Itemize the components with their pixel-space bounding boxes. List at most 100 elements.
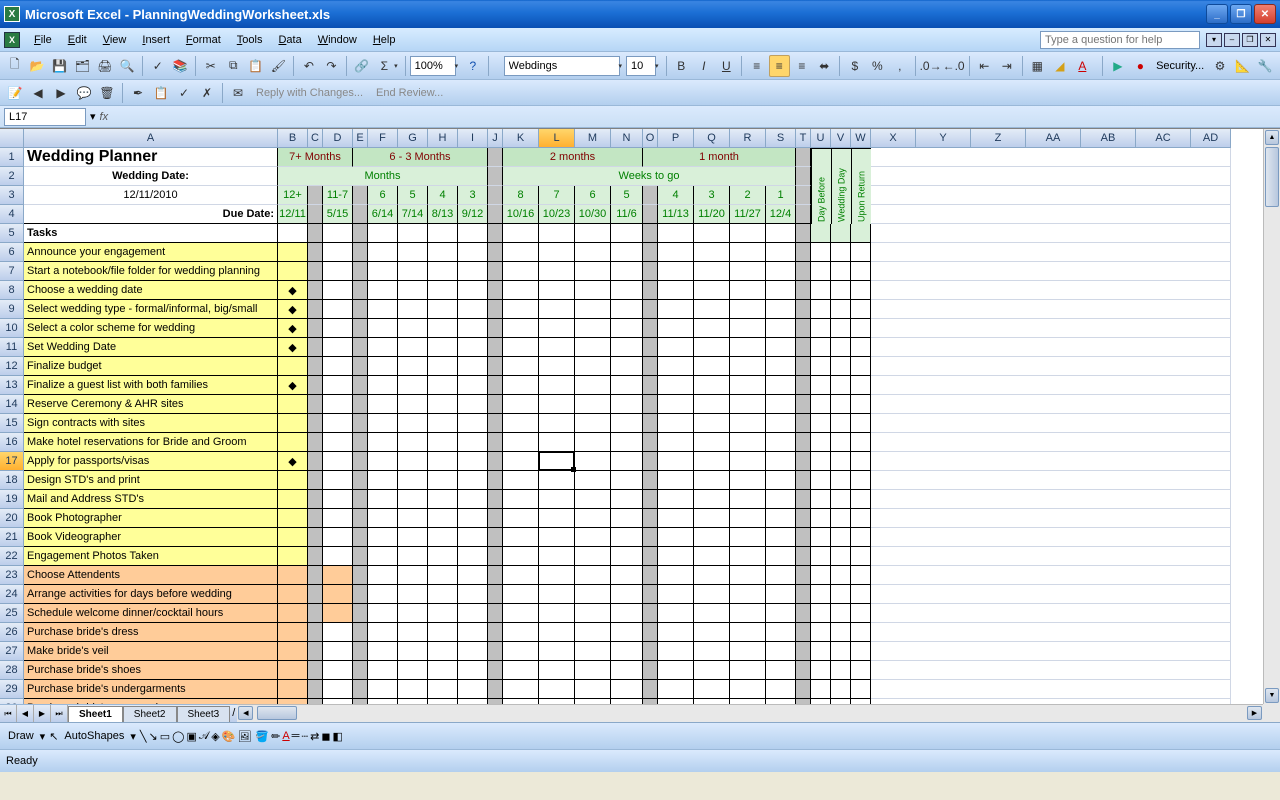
task-16-E[interactable] [353, 433, 368, 452]
col-header-L[interactable]: L [539, 129, 575, 148]
line-style-button[interactable]: ═ [292, 730, 300, 742]
task-24-Q[interactable] [694, 585, 730, 604]
task-18-L[interactable] [539, 471, 575, 490]
u24[interactable] [811, 585, 831, 604]
empty-cell[interactable] [871, 452, 1231, 471]
row-header-11[interactable]: 11 [0, 338, 24, 357]
sheet-tab-sheet3[interactable]: Sheet3 [177, 706, 231, 722]
task-27-C[interactable] [308, 642, 323, 661]
task-14-P[interactable] [658, 395, 694, 414]
task-29-B[interactable] [278, 680, 308, 699]
task-8-C[interactable] [308, 281, 323, 300]
wedding-date-label[interactable]: Wedding Date: [24, 167, 278, 186]
task-18-I[interactable] [458, 471, 488, 490]
task-18-H[interactable] [428, 471, 458, 490]
task-17-F[interactable] [368, 452, 398, 471]
merge-center-button[interactable]: ⬌ [814, 55, 836, 77]
task-19-T[interactable] [796, 490, 811, 509]
task-26-Q[interactable] [694, 623, 730, 642]
security-button[interactable]: Security... [1152, 60, 1208, 72]
task-18[interactable]: Design STD's and print [24, 471, 278, 490]
due-date-I[interactable]: 9/12 [458, 205, 488, 224]
row-header-2[interactable]: 2 [0, 167, 24, 186]
font-color-draw-button[interactable]: A [282, 730, 289, 742]
task-14-O[interactable] [643, 395, 658, 414]
row-header-10[interactable]: 10 [0, 319, 24, 338]
task-20[interactable]: Book Photographer [24, 509, 278, 528]
task-11-J[interactable] [488, 338, 503, 357]
send-mail-button[interactable]: ✉ [227, 82, 249, 104]
due-date-P[interactable]: 11/13 [658, 205, 694, 224]
task-12-H[interactable] [428, 357, 458, 376]
task-13-P[interactable] [658, 376, 694, 395]
task-6-H[interactable] [428, 243, 458, 262]
reject-change-button[interactable]: ✗ [196, 82, 218, 104]
task-14-C[interactable] [308, 395, 323, 414]
task-15-I[interactable] [458, 414, 488, 433]
task-28-E[interactable] [353, 661, 368, 680]
task-15-M[interactable] [575, 414, 611, 433]
task-7-R[interactable] [730, 262, 766, 281]
task-10-K[interactable] [503, 319, 539, 338]
u12[interactable] [811, 357, 831, 376]
fx-icon[interactable]: fx [100, 111, 109, 123]
u21[interactable] [811, 528, 831, 547]
task-14-I[interactable] [458, 395, 488, 414]
menu-window[interactable]: Window [310, 31, 365, 49]
draw-menu[interactable]: Draw [4, 730, 38, 742]
task-12-K[interactable] [503, 357, 539, 376]
u13[interactable] [811, 376, 831, 395]
month-col-O[interactable] [643, 186, 658, 205]
task-13-J[interactable] [488, 376, 503, 395]
task-16-T[interactable] [796, 433, 811, 452]
w12[interactable] [851, 357, 871, 376]
task-27-H[interactable] [428, 642, 458, 661]
empty-cell[interactable] [871, 471, 1231, 490]
tasks-col-P[interactable] [658, 224, 694, 243]
tasks-col-N[interactable] [611, 224, 643, 243]
task-27-S[interactable] [766, 642, 796, 661]
row-header-1[interactable]: 1 [0, 148, 24, 167]
new-button[interactable]: 🗋 [4, 55, 26, 77]
task-24-D[interactable] [323, 585, 353, 604]
task-9-J[interactable] [488, 300, 503, 319]
task-11-E[interactable] [353, 338, 368, 357]
task-25-R[interactable] [730, 604, 766, 623]
task-22[interactable]: Engagement Photos Taken [24, 547, 278, 566]
task-26-M[interactable] [575, 623, 611, 642]
task-7-H[interactable] [428, 262, 458, 281]
task-21-P[interactable] [658, 528, 694, 547]
task-11-Q[interactable] [694, 338, 730, 357]
task-11-G[interactable] [398, 338, 428, 357]
u22[interactable] [811, 547, 831, 566]
due-date-H[interactable]: 8/13 [428, 205, 458, 224]
task-26-L[interactable] [539, 623, 575, 642]
task-18-F[interactable] [368, 471, 398, 490]
menu-format[interactable]: Format [178, 31, 229, 49]
task-18-D[interactable] [323, 471, 353, 490]
task-7-K[interactable] [503, 262, 539, 281]
task-20-K[interactable] [503, 509, 539, 528]
paste-button[interactable]: 📋 [245, 55, 267, 77]
show-comments-button[interactable]: 💬 [73, 82, 95, 104]
task-9-G[interactable] [398, 300, 428, 319]
w23[interactable] [851, 566, 871, 585]
tasks-col-T[interactable] [796, 224, 811, 243]
task-14-B[interactable] [278, 395, 308, 414]
sheet-tab-sheet2[interactable]: Sheet2 [123, 706, 177, 722]
spelling-button[interactable]: ✓ [147, 55, 169, 77]
task-24-S[interactable] [766, 585, 796, 604]
task-20-G[interactable] [398, 509, 428, 528]
task-12-Q[interactable] [694, 357, 730, 376]
task-21-I[interactable] [458, 528, 488, 547]
task-27-R[interactable] [730, 642, 766, 661]
row-header-26[interactable]: 26 [0, 623, 24, 642]
task-17-J[interactable] [488, 452, 503, 471]
horizontal-scrollbar[interactable]: ◀ ▶ [237, 704, 1263, 722]
task-9-K[interactable] [503, 300, 539, 319]
task-14-G[interactable] [398, 395, 428, 414]
task-28-O[interactable] [643, 661, 658, 680]
u16[interactable] [811, 433, 831, 452]
task-27-F[interactable] [368, 642, 398, 661]
task-22-I[interactable] [458, 547, 488, 566]
